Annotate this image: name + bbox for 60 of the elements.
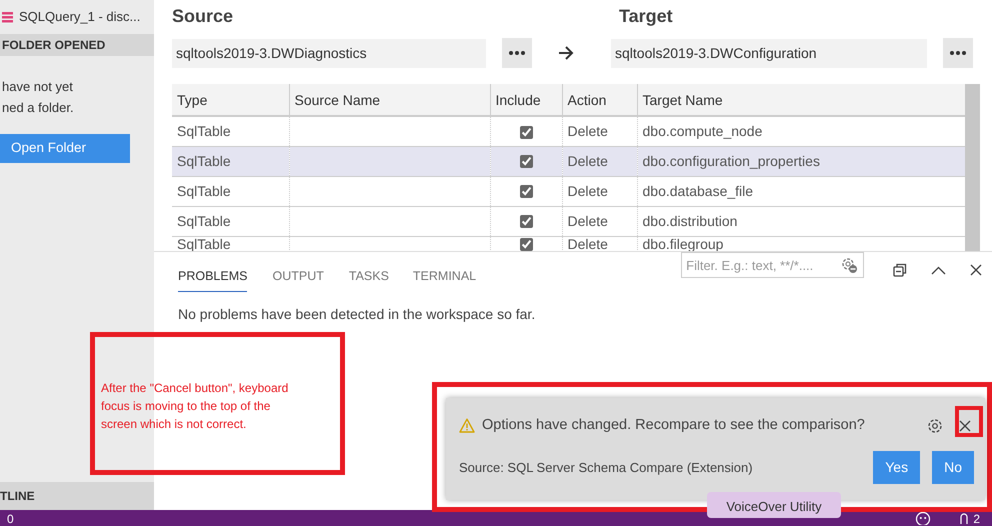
more-icon	[509, 51, 525, 55]
focus-highlight	[955, 406, 983, 437]
smiley-icon[interactable]	[915, 511, 932, 525]
table-cell: dbo.configuration_properties	[637, 146, 965, 176]
section-header[interactable]: TLINE	[0, 482, 154, 510]
close-icon[interactable]	[959, 420, 971, 432]
table-cell: dbo.compute_node	[637, 116, 965, 146]
column-header[interactable]: Include	[490, 84, 562, 116]
close-icon[interactable]	[970, 264, 982, 276]
table-cell: Delete	[562, 116, 637, 146]
table-cell: Delete	[562, 206, 637, 236]
restore-panel-icon[interactable]	[893, 263, 908, 277]
include-checkbox[interactable]	[520, 185, 532, 198]
include-checkbox[interactable]	[520, 215, 532, 228]
message-text: have not yet	[2, 78, 74, 96]
editor-tab-title[interactable]: SQLQuery_1 - disc...	[19, 7, 140, 27]
filter-field[interactable]: Filter. E.g.: text, **/*....	[681, 252, 864, 278]
more-icon	[950, 51, 966, 55]
settings-icon[interactable]	[926, 416, 944, 435]
warning-icon	[459, 418, 475, 434]
include-checkbox[interactable]	[520, 155, 532, 168]
column-header[interactable]: Source Name	[289, 84, 490, 116]
table-cell: dbo.distribution	[637, 206, 965, 236]
panel-tab[interactable]: PROBLEMS	[178, 267, 248, 292]
table-cell: SqlTable	[172, 116, 289, 146]
table-cell: Delete	[562, 236, 637, 251]
browse-button[interactable]	[502, 38, 532, 68]
source-field[interactable]: sqltools2019-3.DWDiagnostics	[172, 38, 486, 68]
table-cell: Delete	[562, 176, 637, 206]
notification-message: Options have changed. Recompare to see the comparison?	[482, 416, 865, 435]
tooltip: VoiceOver Utility	[707, 492, 841, 518]
notification-source: Source: SQL Server Schema Compare (Extension)	[459, 458, 753, 477]
arrow-right-icon	[558, 46, 574, 60]
database-icon	[2, 11, 13, 23]
include-checkbox[interactable]	[520, 238, 532, 251]
chevron-up-icon[interactable]	[931, 266, 946, 274]
table-cell: dbo.database_file	[637, 176, 965, 206]
target-label: Target	[619, 5, 673, 28]
section-header[interactable]: FOLDER OPENED	[0, 34, 154, 56]
panel-message: No problems have been detected in the workspace so far.	[177, 304, 536, 324]
source-label: Source	[172, 5, 234, 28]
message-text: ned a folder.	[2, 99, 75, 117]
column-header[interactable]: Target Name	[637, 84, 965, 116]
table-cell: SqlTable	[172, 146, 289, 176]
target-field[interactable]: sqltools2019-3.DWConfiguration	[611, 38, 927, 68]
status-text: 2	[973, 513, 980, 525]
column-header[interactable]: Type	[172, 84, 289, 116]
table-cell: SqlTable	[172, 206, 289, 236]
annotation-text: After the "Cancel button", keyboard focus is moving to the top of the screen which is not correct.	[101, 380, 290, 433]
scrollbar[interactable]	[965, 84, 980, 251]
panel-tab[interactable]: OUTPUT	[272, 267, 324, 292]
include-checkbox[interactable]	[520, 126, 532, 139]
panel-tab[interactable]: TASKS	[348, 267, 389, 292]
column-header[interactable]: Action	[562, 84, 637, 116]
table-cell: SqlTable	[172, 176, 289, 206]
status-text: 0	[7, 513, 14, 525]
filter-settings-icon[interactable]	[840, 256, 858, 274]
table-cell: Delete	[562, 146, 637, 176]
panel-tab[interactable]: TERMINAL	[412, 267, 476, 292]
browse-button[interactable]	[943, 38, 973, 68]
